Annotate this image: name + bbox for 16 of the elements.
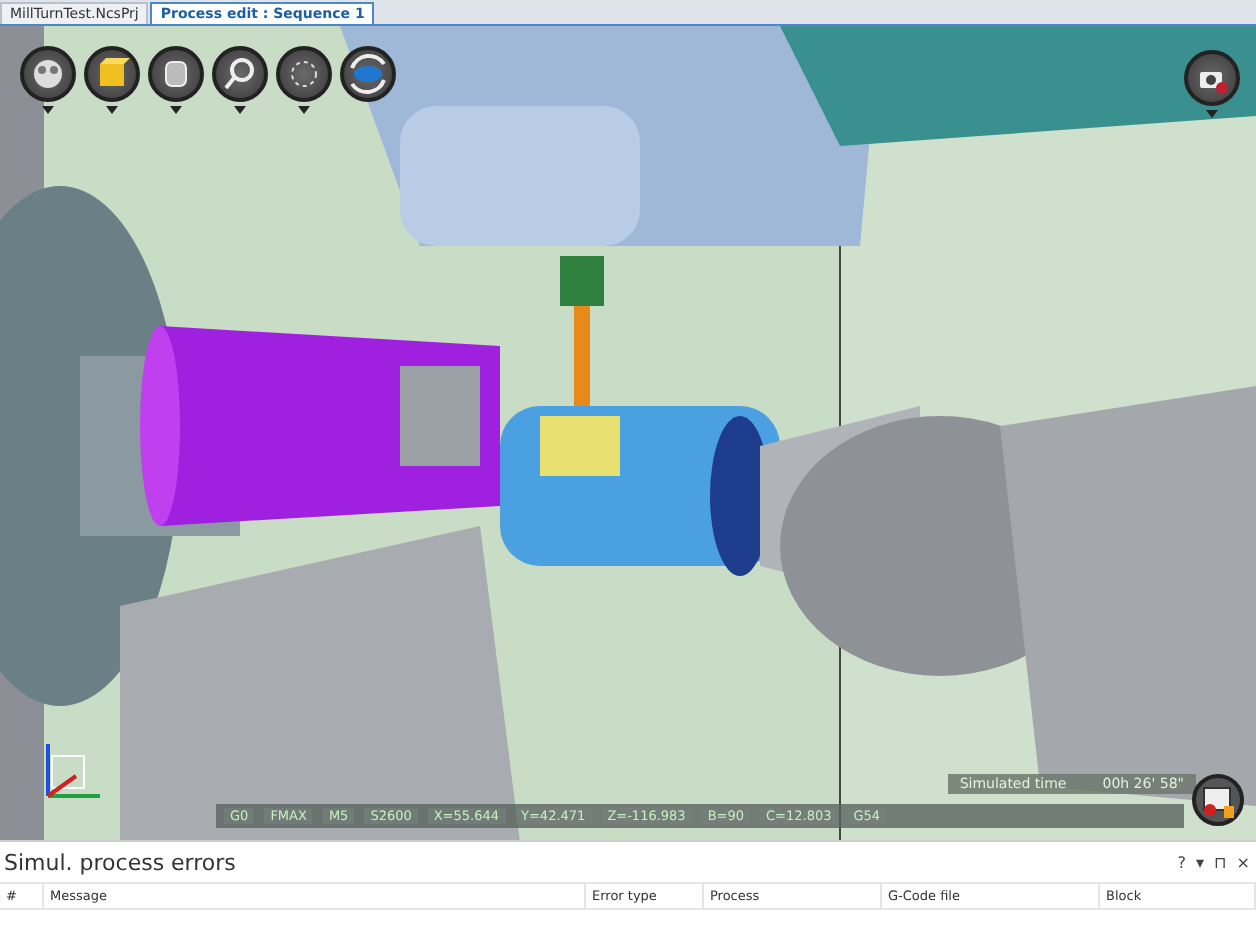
panel-control[interactable]: ▾ <box>1194 854 1207 872</box>
caret-icon[interactable] <box>298 106 310 114</box>
caret-icon[interactable] <box>42 106 54 114</box>
dotted-circle-icon <box>286 56 322 92</box>
panel-control[interactable]: ⊓ <box>1212 854 1229 872</box>
cube-icon <box>94 56 130 92</box>
search-icon <box>222 56 258 92</box>
face-icon <box>30 56 66 92</box>
panel-title: Simul. process errors <box>4 850 236 876</box>
panel-control[interactable]: × <box>1234 854 1252 872</box>
caret-icon[interactable] <box>234 106 246 114</box>
caret-icon[interactable] <box>170 106 182 114</box>
panel-control[interactable]: ? <box>1175 854 1189 872</box>
caret-icon[interactable] <box>106 106 118 114</box>
clamp-block <box>400 366 480 466</box>
rotate-icon <box>346 52 390 96</box>
